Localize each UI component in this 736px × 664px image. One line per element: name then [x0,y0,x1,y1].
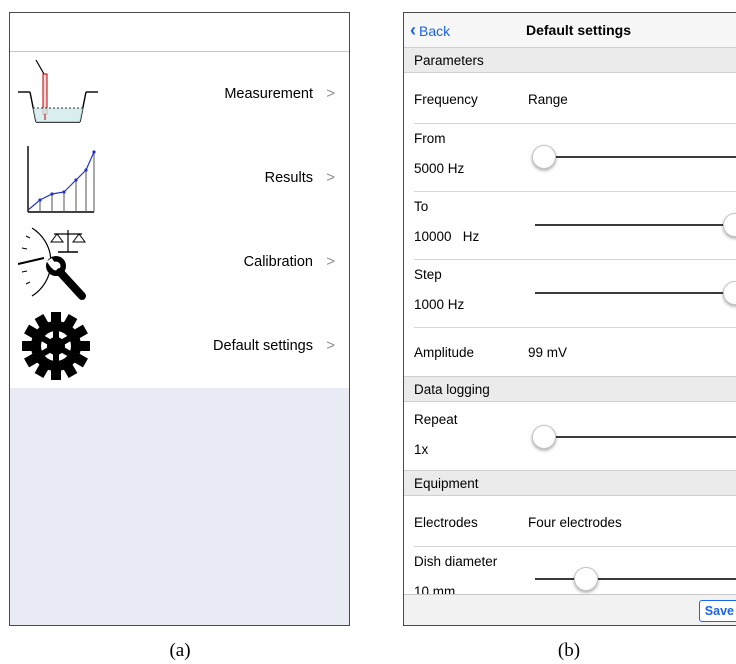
section-header-data-logging: Data logging [404,376,736,402]
menu-item-label: Results [264,170,313,186]
section-header-equipment: Equipment [404,470,736,496]
menu-item-default-settings[interactable]: Default settings > [10,304,349,389]
section-header-parameters: Parameters [404,47,736,73]
slider-thumb[interactable] [573,567,598,591]
divider [414,546,736,547]
slider-track [535,578,736,580]
dish-diameter-label: Dish diameter [414,554,498,569]
measurement-cell-icon [18,59,98,123]
caption-b: (b) [557,640,581,661]
main-menu-screen: Measurement > Results > Calibration > De… [9,12,350,626]
step-value: 1000 Hz [414,297,465,312]
electrodes-label: Electrodes [414,515,478,530]
empty-area [10,388,349,625]
back-button[interactable]: ‹ Back [410,13,450,47]
step-slider[interactable] [535,280,736,306]
menu-item-label: Calibration [243,254,313,270]
from-label: From [414,131,446,146]
slider-thumb[interactable] [532,145,556,169]
amplitude-value[interactable]: 99 mV [528,345,567,361]
slider-thumb[interactable] [723,281,736,305]
divider [414,327,736,328]
divider [414,191,736,192]
menu-item-label: Default settings [213,338,313,354]
slider-thumb[interactable] [532,425,556,449]
menu-item-calibration[interactable]: Calibration > [10,220,349,305]
slider-thumb[interactable] [723,213,736,237]
page-title: Default settings [526,22,632,38]
results-graph-icon [27,146,96,213]
chevron-right-icon: > [326,337,335,354]
top-bar [10,13,349,52]
gear-icon [22,312,90,380]
to-label: To [414,199,429,214]
caption-a: (a) [169,640,191,661]
chevron-right-icon: > [326,85,335,102]
bottom-toolbar: Save [404,594,736,625]
from-value: 5000 Hz [414,161,465,176]
slider-track [532,436,736,438]
divider [414,123,736,124]
default-settings-screen: ‹ Back Default settings Parameters Freque… [403,12,736,626]
save-button[interactable]: Save [698,600,736,622]
frequency-label: Frequency [414,92,478,107]
amplitude-label: Amplitude [414,345,475,360]
repeat-label: Repeat [414,412,458,427]
to-value: 10000 Hz [414,229,480,244]
navigation-bar: ‹ Back Default settings [404,13,736,47]
from-slider[interactable] [532,144,736,170]
slider-track [535,292,736,294]
dish-diameter-slider[interactable] [535,566,736,592]
electrodes-value[interactable]: Four electrodes [528,515,622,531]
menu-item-results[interactable]: Results > [10,136,349,221]
slider-track [532,156,736,158]
back-label: Back [419,23,451,39]
divider [414,259,736,260]
repeat-slider[interactable] [532,424,736,450]
chevron-left-icon: ‹ [410,20,416,40]
slider-track [535,224,736,226]
repeat-value: 1x [414,442,429,457]
chevron-right-icon: > [326,253,335,270]
step-label: Step [414,267,442,282]
menu-item-label: Measurement [224,86,313,102]
chevron-right-icon: > [326,169,335,186]
calibration-scale-wrench-icon [18,227,86,300]
frequency-value[interactable]: Range [528,92,568,108]
menu-item-measurement[interactable]: Measurement > [10,52,349,137]
to-slider[interactable] [535,212,736,238]
